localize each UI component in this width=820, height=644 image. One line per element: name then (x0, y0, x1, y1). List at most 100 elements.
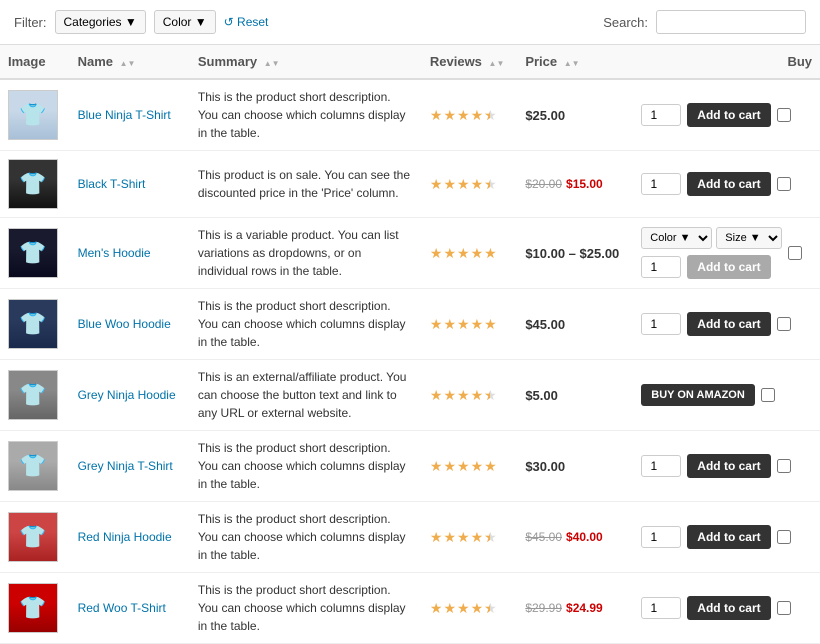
star-full: ★ (457, 600, 470, 617)
size-variation-select[interactable]: Size ▼ (716, 227, 782, 249)
row-select-checkbox[interactable] (777, 317, 791, 331)
row-select-checkbox[interactable] (777, 530, 791, 544)
product-reviews-cell: ★★★★★ (422, 431, 517, 502)
product-image-cell: 👕 (0, 79, 70, 151)
reset-link[interactable]: ↺ Reset (224, 15, 269, 29)
product-reviews-cell: ★★★★★ (422, 289, 517, 360)
product-summary-cell: This is an external/affiliate product. Y… (190, 360, 422, 431)
variation-selects: Color ▼ Size ▼ (641, 227, 782, 249)
row-select-checkbox[interactable] (777, 459, 791, 473)
product-buy-cell: Add to cart (633, 289, 820, 360)
buy-cell: Add to cart (641, 103, 770, 127)
product-summary-cell: This is a variable product. You can list… (190, 218, 422, 289)
quantity-input[interactable] (641, 173, 681, 195)
table-row: 👕 Red Ninja Hoodie This is the product s… (0, 502, 820, 573)
col-buy: Buy (633, 45, 820, 79)
search-label: Search: (603, 15, 648, 30)
quantity-input[interactable] (641, 256, 681, 278)
add-to-cart-button[interactable]: Add to cart (687, 596, 770, 620)
product-image: 👕 (8, 370, 58, 420)
product-reviews-cell: ★★★★★★ (422, 573, 517, 644)
summary-sort-icon[interactable]: ▲▼ (264, 60, 280, 68)
add-to-cart-button[interactable]: Add to cart (687, 454, 770, 478)
reviews-sort-icon[interactable]: ▲▼ (489, 60, 505, 68)
star-full: ★ (443, 176, 456, 193)
product-name-cell: Grey Ninja Hoodie (70, 360, 190, 431)
filter-label: Filter: (14, 15, 47, 30)
buy-actions: Add to cart (641, 172, 812, 196)
star-full: ★ (430, 529, 443, 546)
product-summary-cell: This is the product short description. Y… (190, 431, 422, 502)
search-section: Search: (603, 10, 806, 34)
product-image-cell: 👕 (0, 573, 70, 644)
col-reviews[interactable]: Reviews ▲▼ (422, 45, 517, 79)
star-full: ★ (471, 107, 484, 124)
star-full: ★ (430, 107, 443, 124)
product-thumbnail-icon: 👕 (19, 453, 46, 479)
add-to-cart-button[interactable]: Add to cart (687, 312, 770, 336)
add-to-cart-button[interactable]: Add to cart (687, 255, 770, 279)
product-stars: ★★★★★ (430, 458, 509, 475)
star-full: ★ (457, 245, 470, 262)
buy-external-btn[interactable]: BUY ON AMAZON (641, 384, 755, 406)
product-buy-cell: BUY ON AMAZON (633, 360, 820, 431)
product-reviews-cell: ★★★★★★ (422, 502, 517, 573)
categories-filter-btn[interactable]: Categories ▼ (55, 10, 146, 34)
product-name-link[interactable]: Men's Hoodie (78, 246, 151, 260)
star-full: ★ (430, 600, 443, 617)
buy-actions: Add to cart (641, 103, 812, 127)
product-name-link[interactable]: Blue Woo Hoodie (78, 317, 171, 331)
product-price-cell: $45.00 (517, 289, 633, 360)
product-name-link[interactable]: Grey Ninja T-Shirt (78, 459, 173, 473)
price-sort-icon[interactable]: ▲▼ (564, 60, 580, 68)
buy-cell: Add to cart (641, 454, 770, 478)
row-select-checkbox[interactable] (788, 246, 802, 260)
product-price-cell: $29.99$24.99 (517, 573, 633, 644)
star-full: ★ (457, 458, 470, 475)
add-to-cart-button[interactable]: Add to cart (687, 172, 770, 196)
row-select-checkbox[interactable] (777, 108, 791, 122)
product-summary: This is a variable product. You can list… (198, 228, 399, 278)
buy-actions: Add to cart (641, 454, 812, 478)
quantity-input[interactable] (641, 104, 681, 126)
add-to-cart-button[interactable]: Add to cart (687, 525, 770, 549)
table-row: 👕 Blue Ninja T-Shirt This is the product… (0, 79, 820, 151)
quantity-input[interactable] (641, 313, 681, 335)
star-full: ★ (430, 316, 443, 333)
col-price[interactable]: Price ▲▼ (517, 45, 633, 79)
row-select-checkbox[interactable] (761, 388, 775, 402)
product-name-link[interactable]: Red Woo T-Shirt (78, 601, 166, 615)
name-sort-icon[interactable]: ▲▼ (120, 60, 136, 68)
star-half: ★★ (484, 176, 497, 193)
product-summary: This is an external/affiliate product. Y… (198, 370, 407, 420)
product-stars: ★★★★★ (430, 316, 509, 333)
color-variation-select[interactable]: Color ▼ (641, 227, 712, 249)
product-name-link[interactable]: Grey Ninja Hoodie (78, 388, 176, 402)
star-full: ★ (457, 107, 470, 124)
price-original: $20.00 (525, 177, 562, 191)
product-price-cell: $30.00 (517, 431, 633, 502)
product-image-cell: 👕 (0, 289, 70, 360)
price-value: $30.00 (525, 459, 565, 474)
table-row: 👕 Men's Hoodie This is a variable produc… (0, 218, 820, 289)
row-select-checkbox[interactable] (777, 601, 791, 615)
star-full: ★ (471, 529, 484, 546)
col-summary[interactable]: Summary ▲▼ (190, 45, 422, 79)
product-name-link[interactable]: Blue Ninja T-Shirt (78, 108, 171, 122)
product-buy-cell: Add to cart (633, 573, 820, 644)
product-image: 👕 (8, 583, 58, 633)
product-name-link[interactable]: Red Ninja Hoodie (78, 530, 172, 544)
product-summary: This product is on sale. You can see the… (198, 168, 410, 200)
search-input[interactable] (656, 10, 806, 34)
quantity-input[interactable] (641, 597, 681, 619)
row-select-checkbox[interactable] (777, 177, 791, 191)
col-name[interactable]: Name ▲▼ (70, 45, 190, 79)
star-full: ★ (443, 600, 456, 617)
color-filter-btn[interactable]: Color ▼ (154, 10, 216, 34)
quantity-input[interactable] (641, 455, 681, 477)
add-to-cart-button[interactable]: Add to cart (687, 103, 770, 127)
product-name-link[interactable]: Black T-Shirt (78, 177, 146, 191)
quantity-input[interactable] (641, 526, 681, 548)
filter-section: Filter: Categories ▼ Color ▼ ↺ Reset (14, 10, 268, 34)
products-table: Image Name ▲▼ Summary ▲▼ Reviews ▲▼ Pric… (0, 45, 820, 644)
